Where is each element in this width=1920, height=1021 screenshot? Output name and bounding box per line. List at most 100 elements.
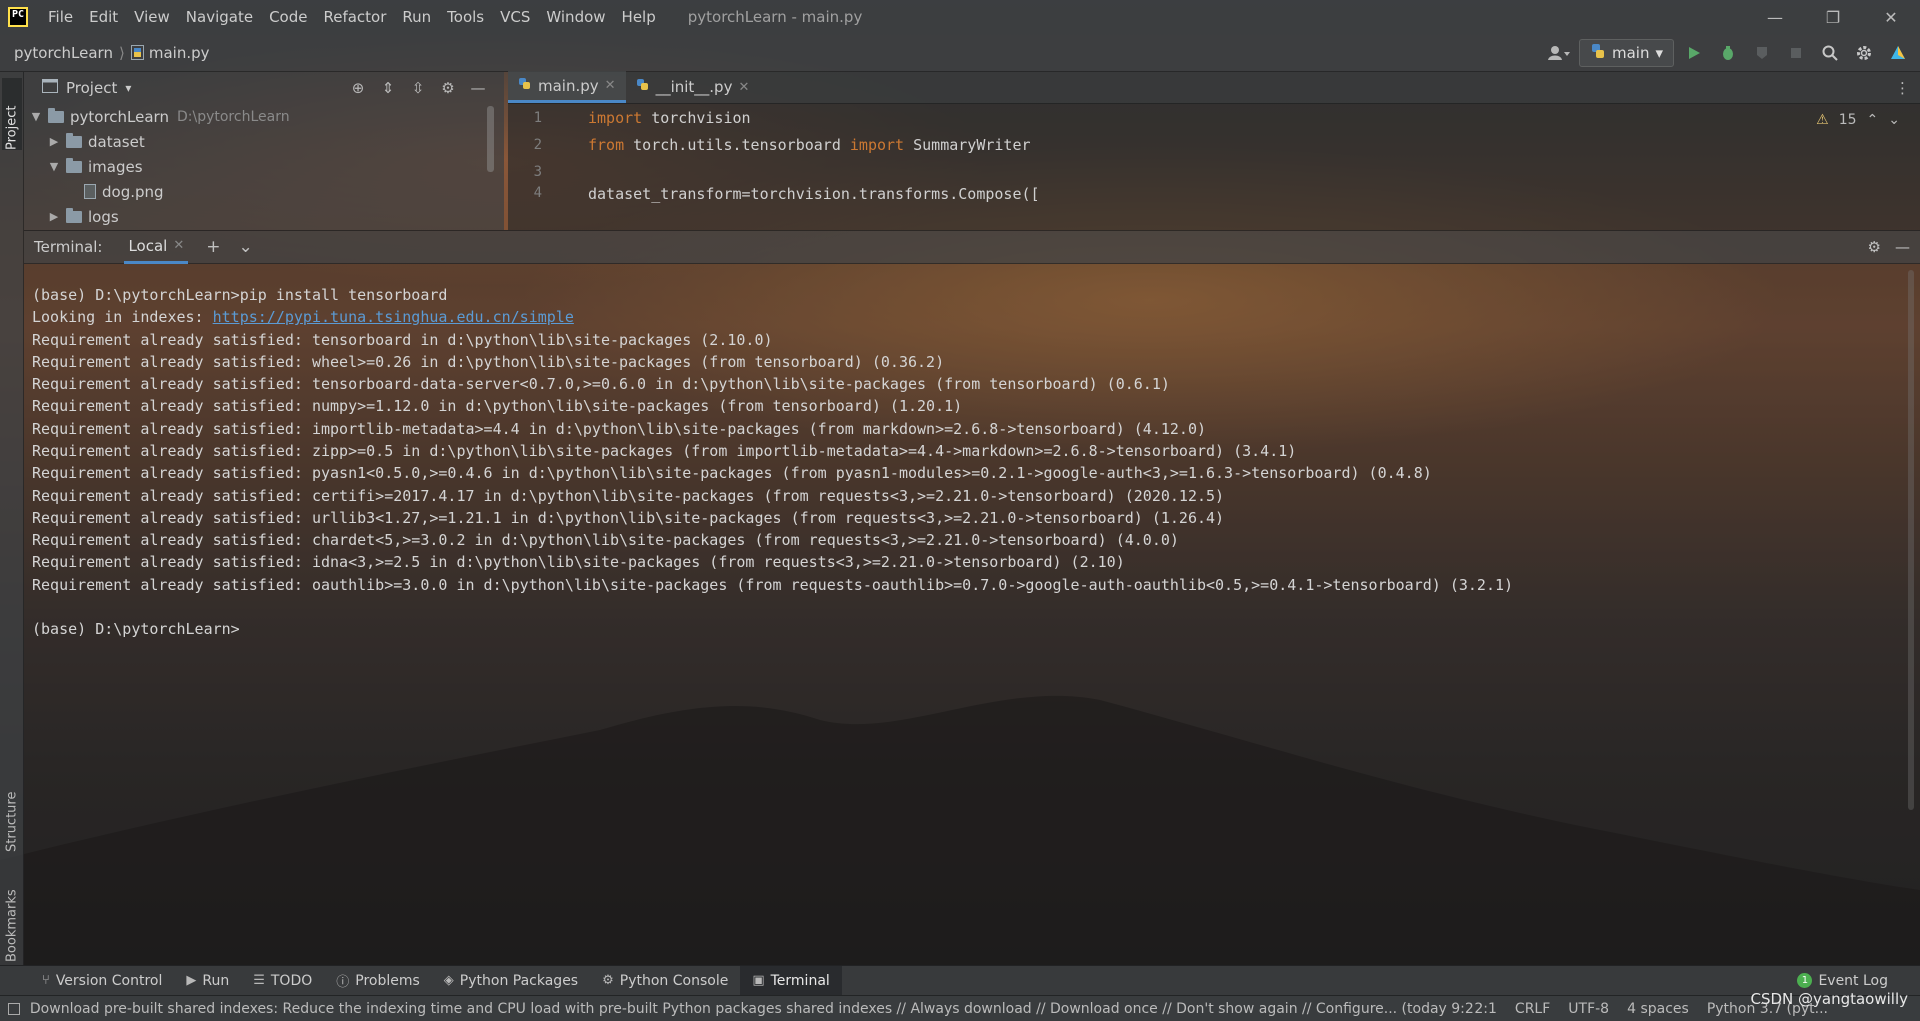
tab-main-py[interactable]: main.py ✕ <box>508 71 626 103</box>
menu-code[interactable]: Code <box>261 8 315 26</box>
python-file-icon <box>636 78 650 96</box>
project-scrollbar[interactable] <box>487 106 494 172</box>
menu-edit[interactable]: Edit <box>81 8 126 26</box>
tool-tab-python-console[interactable]: ⚙ Python Console <box>590 966 740 996</box>
breadcrumb-file[interactable]: main.py <box>149 44 210 62</box>
user-icon[interactable] <box>1545 39 1573 67</box>
chevron-right-icon[interactable]: ▶ <box>46 210 62 223</box>
line-number: 1 <box>533 109 542 126</box>
menu-help[interactable]: Help <box>614 8 664 26</box>
tab-init-py[interactable]: __init__.py ✕ <box>626 71 760 103</box>
tab-label: main.py <box>538 76 599 95</box>
chevron-right-icon[interactable]: ▶ <box>46 135 62 148</box>
plus-icon[interactable]: + <box>206 237 220 257</box>
inspection-widget[interactable]: ⚠ 15 ⌃ ⌄ <box>1816 112 1900 128</box>
tab-label: Local <box>128 236 168 255</box>
collapse-all-icon[interactable]: ⇳ <box>408 79 428 97</box>
run-icon[interactable] <box>1680 39 1708 67</box>
terminal-line: Looking in indexes: https://pypi.tuna.ts… <box>32 306 574 328</box>
terminal-line: Requirement already satisfied: tensorboa… <box>32 331 773 349</box>
tree-item-logs[interactable]: ▶ logs <box>24 204 504 229</box>
terminal-line: Requirement already satisfied: tensorboa… <box>32 375 1170 393</box>
chevron-up-icon[interactable]: ⌃ <box>1867 112 1879 128</box>
breadcrumb-project[interactable]: pytorchLearn <box>14 44 113 62</box>
close-icon[interactable]: ✕ <box>738 80 749 95</box>
search-icon[interactable] <box>1816 39 1844 67</box>
project-tool-tab[interactable]: Project <box>2 78 22 150</box>
stop-icon[interactable] <box>1782 39 1810 67</box>
tree-item-images[interactable]: ▼ images <box>24 154 504 179</box>
restore-button[interactable]: ❐ <box>1804 0 1862 34</box>
more-options-icon[interactable]: ⋮ <box>1895 79 1910 97</box>
menu-view[interactable]: View <box>126 8 178 26</box>
code-line: import torchvision <box>588 104 1040 131</box>
debug-icon[interactable] <box>1714 39 1742 67</box>
project-panel-title[interactable]: Project <box>66 79 117 97</box>
tab-terminal-local[interactable]: Local ✕ <box>124 230 189 264</box>
code-area[interactable]: import torchvision from torch.utils.tens… <box>588 104 1040 204</box>
tree-root[interactable]: ▼ pytorchLearn D:\pytorchLearn <box>24 104 504 129</box>
file-encoding[interactable]: UTF-8 <box>1568 1001 1609 1017</box>
indent-setting[interactable]: 4 spaces <box>1627 1001 1689 1017</box>
menu-refactor[interactable]: Refactor <box>315 8 394 26</box>
gear-icon[interactable]: ⚙ <box>438 79 458 97</box>
image-file-icon <box>84 184 96 199</box>
terminal-line: Requirement already satisfied: idna<3,>=… <box>32 553 1125 571</box>
menu-window[interactable]: Window <box>538 8 613 26</box>
tool-tab-terminal[interactable]: ▣ Terminal <box>740 965 842 996</box>
line-separator[interactable]: CRLF <box>1515 1001 1550 1017</box>
chevron-down-icon[interactable]: ▼ <box>46 160 62 173</box>
folder-icon <box>66 157 82 173</box>
menu-navigate[interactable]: Navigate <box>178 8 261 26</box>
tree-item-dog-png[interactable]: dog.png <box>24 179 504 204</box>
breadcrumb-separator-icon: ⟩ <box>118 43 125 62</box>
toggle-tool-windows-icon[interactable] <box>8 1002 20 1015</box>
hide-panel-icon[interactable]: — <box>468 79 488 97</box>
close-icon[interactable]: ✕ <box>173 238 184 253</box>
watermark: CSDN @yangtaowilly <box>1750 990 1908 1008</box>
hide-panel-icon[interactable]: — <box>1895 238 1910 256</box>
tool-tab-run[interactable]: ▶ Run <box>174 966 241 996</box>
run-icon: ▶ <box>186 973 197 988</box>
gear-icon[interactable]: ⚙ <box>1868 238 1881 256</box>
menu-file[interactable]: File <box>40 8 81 26</box>
menu-run[interactable]: Run <box>394 8 439 26</box>
menu-tools[interactable]: Tools <box>439 8 492 26</box>
tool-tab-version-control[interactable]: ⑂ Version Control <box>30 966 174 996</box>
code-text: dataset_transform=torchvision.transforms… <box>588 185 1040 203</box>
caret-position[interactable]: 2:1 <box>1474 1001 1497 1017</box>
tree-item-label: logs <box>88 207 119 226</box>
structure-tool-tab[interactable]: Structure <box>2 760 22 852</box>
terminal-label: Terminal: <box>34 238 103 256</box>
terminal-line: Requirement already satisfied: wheel>=0.… <box>32 353 945 371</box>
chevron-down-icon[interactable]: ⌄ <box>1888 112 1900 128</box>
coverage-icon[interactable] <box>1748 39 1776 67</box>
close-icon[interactable]: ✕ <box>605 78 616 93</box>
chevron-down-icon[interactable]: ⌄ <box>239 237 253 257</box>
locate-file-icon[interactable]: ⊕ <box>348 79 368 97</box>
console-icon: ⚙ <box>602 973 614 988</box>
terminal-scrollbar[interactable] <box>1908 270 1914 810</box>
run-configuration-select[interactable]: main ▾ <box>1578 38 1674 67</box>
terminal-line: (base) D:\pytorchLearn>pip install tenso… <box>32 286 448 304</box>
close-button[interactable]: ✕ <box>1862 0 1920 34</box>
terminal-output[interactable]: (base) D:\pytorchLearn>pip install tenso… <box>24 264 1920 965</box>
bookmarks-tool-tab[interactable]: Bookmarks <box>2 862 22 962</box>
terminal-line: Requirement already satisfied: importlib… <box>32 420 1206 438</box>
chevron-down-icon[interactable]: ▾ <box>125 81 131 95</box>
tree-item-dataset[interactable]: ▶ dataset <box>24 129 504 154</box>
chevron-down-icon[interactable]: ▼ <box>28 110 44 123</box>
window-controls: — ❐ ✕ <box>1746 0 1920 34</box>
navigation-bar: pytorchLearn ⟩ main.py main ▾ <box>0 34 1920 72</box>
status-message[interactable]: Download pre-built shared indexes: Reduc… <box>30 1001 1474 1017</box>
index-url-link[interactable]: https://pypi.tuna.tsinghua.edu.cn/simple <box>213 308 574 326</box>
expand-all-icon[interactable]: ⇕ <box>378 79 398 97</box>
gear-icon[interactable] <box>1850 39 1878 67</box>
jetbrains-toolbox-icon[interactable] <box>1884 39 1912 67</box>
tool-tab-todo[interactable]: ☰ TODO <box>241 966 324 996</box>
tool-tab-problems[interactable]: ⓘ Problems <box>324 966 432 996</box>
menu-vcs[interactable]: VCS <box>492 8 538 26</box>
line-number: 3 <box>533 163 542 180</box>
minimize-button[interactable]: — <box>1746 0 1804 34</box>
tool-tab-python-packages[interactable]: ◈ Python Packages <box>432 966 590 996</box>
